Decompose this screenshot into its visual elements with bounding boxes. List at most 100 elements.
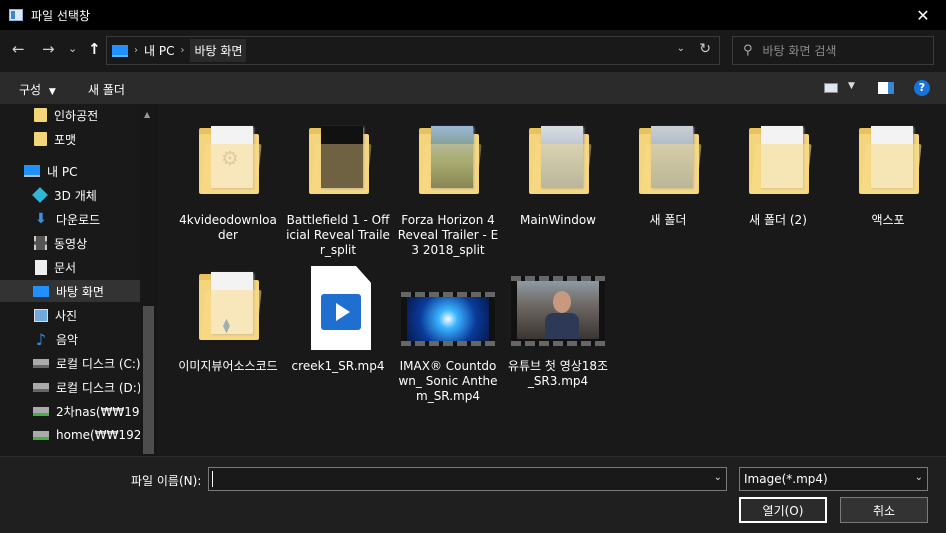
drive-icon (33, 358, 49, 368)
filename-input[interactable]: ⌄ (208, 467, 727, 491)
sidebar-item-label: 2차nas(₩₩192.168 (56, 404, 140, 419)
scrollbar-thumb[interactable] (143, 306, 154, 454)
sidebar-item-this-pc[interactable]: 내 PC (0, 160, 140, 182)
file-item[interactable]: ⧫ 이미지뷰어소스코드 (176, 264, 280, 374)
folder-icon (34, 132, 47, 146)
scroll-up-icon[interactable]: ▲ (144, 110, 150, 119)
file-item[interactable]: 유튜브 첫 영상18조_SR3.mp4 (506, 264, 610, 389)
document-icon (35, 259, 47, 275)
file-item[interactable]: Battlefield 1 - Official Reveal Trailer_… (286, 118, 390, 258)
chevron-down-icon: ▼ (48, 87, 56, 97)
file-name: MainWindow (520, 213, 596, 227)
folder-icon (413, 118, 483, 210)
sidebar-item-downloads[interactable]: ⬇ 다운로드 (0, 208, 140, 230)
video-icon (34, 236, 47, 250)
file-item[interactable]: creek1_SR.mp4 (286, 264, 390, 374)
folder-icon (633, 118, 703, 210)
music-icon: ♪ (35, 329, 47, 349)
sidebar-item-label: 로컬 디스크 (D:) (56, 380, 140, 395)
organize-button[interactable]: 구성 ▼ (19, 81, 56, 98)
file-name: Forza Horizon 4 Reveal Trailer - E3 2018… (397, 213, 499, 257)
sidebar-item-inha[interactable]: 인하공전 (0, 104, 140, 126)
desktop-icon (33, 285, 49, 297)
view-options-icon[interactable] (824, 83, 838, 93)
window-title: 파일 선택창 (31, 8, 91, 23)
sidebar-item-3d-objects[interactable]: 3D 개체 (0, 184, 140, 206)
file-item[interactable]: 새 폴더 (2) (726, 118, 830, 228)
sidebar-item-label: home(₩₩192.168 (56, 428, 140, 442)
up-button[interactable]: ↑ (88, 40, 101, 58)
sidebar-item-label: 문서 (54, 260, 77, 275)
file-name: 액스포 (871, 213, 905, 227)
video-thumbnail (511, 264, 605, 356)
address-bar[interactable]: › 내 PC › 바탕 화면 ⌄ ↻ (106, 36, 720, 65)
recent-locations-button[interactable]: ⌄ (68, 42, 77, 55)
forward-button[interactable]: → (42, 40, 55, 58)
sidebar-item-drive-c[interactable]: 로컬 디스크 (C:) (0, 352, 140, 374)
app-icon (9, 9, 23, 21)
cube-icon (32, 187, 48, 203)
file-name: 4kvideodownloader (179, 213, 277, 242)
folder-icon (523, 118, 593, 210)
folder-icon (853, 118, 923, 210)
title-bar: 파일 선택창 ✕ (0, 0, 946, 30)
sidebar-item-pictures[interactable]: 사진 (0, 304, 140, 326)
file-item[interactable]: IMAX® Countdown_ Sonic Anthem_SR.mp4 (396, 264, 500, 404)
folder-icon: ⚙ (193, 118, 263, 210)
sidebar-item-videos[interactable]: 동영상 (0, 232, 140, 254)
file-item[interactable]: ⚙ 4kvideodownloader (176, 118, 280, 243)
folder-icon (743, 118, 813, 210)
network-drive-icon (33, 406, 49, 416)
search-icon: ⚲ (743, 43, 753, 58)
file-item[interactable]: Forza Horizon 4 Reveal Trailer - E3 2018… (396, 118, 500, 258)
command-bar: 구성 ▼ 새 폴더 ▼ ? (0, 72, 946, 104)
sidebar-item-desktop[interactable]: 바탕 화면 (0, 280, 140, 302)
help-icon[interactable]: ? (914, 80, 930, 96)
video-thumbnail (401, 264, 495, 356)
breadcrumb-pc[interactable]: 내 PC (144, 42, 174, 59)
search-box[interactable]: ⚲ 바탕 화면 검색 (732, 36, 934, 65)
open-button[interactable]: 열기(O) (739, 497, 827, 523)
file-item[interactable]: 새 폴더 (616, 118, 720, 228)
refresh-icon[interactable]: ↻ (699, 41, 711, 57)
sidebar-item-label: 음악 (56, 332, 79, 347)
video-file-icon (303, 264, 373, 356)
pc-icon (24, 165, 40, 177)
chevron-down-icon[interactable]: ⌄ (677, 43, 685, 54)
file-name-panel: 파일 이름(N): ⌄ Image(*.mp4) ⌄ 열기(O) 취소 (0, 456, 946, 533)
chevron-down-icon[interactable]: ⌄ (714, 472, 722, 483)
sidebar-scrollbar[interactable]: ▲ (140, 104, 157, 456)
picture-icon (34, 308, 48, 322)
preview-pane-icon[interactable] (878, 82, 894, 94)
new-folder-button[interactable]: 새 폴더 (88, 81, 125, 98)
drive-icon (33, 382, 49, 392)
file-type-value: Image(*.mp4) (744, 472, 828, 486)
file-name: 새 폴더 (2) (749, 213, 807, 227)
download-icon: ⬇ (35, 211, 47, 227)
file-name: 이미지뷰어소스코드 (178, 359, 278, 373)
close-button[interactable]: ✕ (900, 0, 946, 30)
file-item[interactable]: MainWindow (506, 118, 610, 228)
sidebar-item-nas-2[interactable]: 2차nas(₩₩192.168 (0, 400, 140, 422)
sidebar-item-documents[interactable]: 문서 (0, 256, 140, 278)
sidebar-item-label: 사진 (55, 308, 78, 323)
sidebar-item-music[interactable]: ♪ 음악 (0, 328, 140, 350)
file-name: Battlefield 1 - Official Reveal Trailer_… (286, 213, 390, 257)
chevron-down-icon: ⌄ (914, 472, 923, 483)
sidebar-item-drive-d[interactable]: 로컬 디스크 (D:) (0, 376, 140, 398)
filename-label: 파일 이름(N): (131, 474, 202, 488)
folder-icon: ⧫ (193, 264, 263, 356)
sidebar-item-format[interactable]: 포맷 (0, 128, 140, 150)
search-placeholder: 바탕 화면 검색 (762, 44, 837, 58)
file-type-select[interactable]: Image(*.mp4) ⌄ (739, 467, 928, 491)
cancel-button[interactable]: 취소 (840, 497, 928, 523)
chevron-down-icon[interactable]: ▼ (848, 81, 855, 91)
file-item[interactable]: 액스포 (836, 118, 940, 228)
file-name: 새 폴더 (649, 213, 687, 227)
sidebar-item-label: 다운로드 (56, 212, 101, 227)
breadcrumb-desktop[interactable]: 바탕 화면 (190, 39, 247, 62)
back-button[interactable]: ← (12, 40, 25, 58)
file-name: creek1_SR.mp4 (291, 359, 385, 373)
sidebar-item-home[interactable]: home(₩₩192.168 (0, 424, 140, 446)
file-list: ⚙ 4kvideodownloader Battlefield 1 - Offi… (158, 104, 946, 456)
